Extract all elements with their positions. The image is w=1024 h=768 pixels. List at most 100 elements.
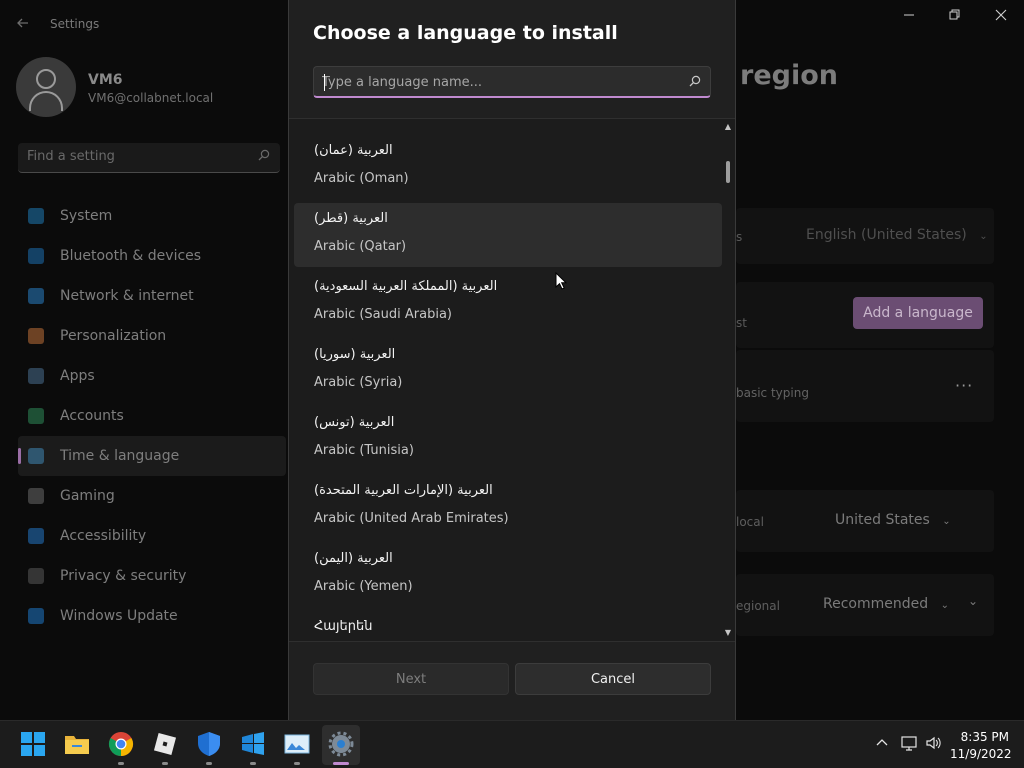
avatar[interactable] [16,57,76,117]
sidebar-item-system[interactable]: System [18,196,286,236]
language-native-name: العربية (تونس) [314,415,395,430]
volume-icon[interactable] [925,735,943,753]
sidebar-item-label: Bluetooth & devices [60,248,202,264]
update-icon [28,608,44,624]
language-english-name: Arabic (Yemen) [314,579,413,594]
sidebar-item-label: Personalization [60,328,167,344]
settings-gear-icon[interactable] [328,731,354,757]
clock-time[interactable]: 8:35 PM [955,730,1009,744]
country-value: United States [835,512,930,528]
language-native-name: Հայերեն [314,619,373,634]
display-language-dropdown[interactable]: English (United States) ⌄ [806,227,988,243]
find-setting-input[interactable]: Find a setting [18,143,280,173]
chevron-down-icon: ⌄ [940,600,949,611]
roblox-icon[interactable] [152,731,178,757]
sidebar-item-time-language[interactable]: Time & language [18,436,286,476]
country-label-fragment: local [736,515,764,529]
restore-icon[interactable] [945,8,965,26]
language-english-name: Arabic (United Arab Emirates) [314,511,509,526]
language-native-name: العربية (اليمن) [314,551,393,566]
language-native-name: العربية (المملكة العربية السعودية) [314,279,498,294]
sidebar-item-label: Windows Update [60,608,178,624]
sidebar-item-apps[interactable]: Apps [18,356,286,396]
running-indicator [294,762,300,765]
cancel-button[interactable]: Cancel [515,663,711,695]
running-indicator [162,762,168,765]
chevron-down-icon: ⌄ [942,516,951,527]
sidebar-item-label: Privacy & security [60,568,187,584]
sidebar-item-network-internet[interactable]: Network & internet [18,276,286,316]
running-indicator [206,762,212,765]
globe-clock-icon [28,448,44,464]
language-list-item[interactable]: العربية (سوريا) Arabic (Syria) [294,339,722,403]
language-search-box[interactable] [313,66,711,98]
page-title: region [740,60,838,91]
scroll-down-arrow-icon[interactable]: ▼ [724,629,732,637]
sidebar-item-gaming[interactable]: Gaming [18,476,286,516]
next-button[interactable]: Next [313,663,509,695]
mouse-cursor-icon [555,272,567,290]
more-options-icon[interactable]: ··· [955,376,973,395]
sidebar-item-label: Accessibility [60,528,147,544]
display-language-value: English (United States) [806,227,967,243]
scrollbar-thumb[interactable] [726,161,730,183]
active-indicator [333,762,349,765]
expand-chevron-icon[interactable]: ⌄ [968,594,978,608]
taskbar: 8:35 PM 11/9/2022 [0,720,1024,768]
chevron-down-icon: ⌄ [979,231,988,242]
app-icon[interactable] [240,731,266,757]
language-list-item[interactable]: العربية (قطر) Arabic (Qatar) [294,203,722,267]
language-list-item[interactable]: العربية (عمان) Arabic (Oman) [294,135,722,199]
photos-icon[interactable] [284,731,310,757]
language-native-name: العربية (سوريا) [314,347,396,362]
sidebar-item-bluetooth-devices[interactable]: Bluetooth & devices [18,236,286,276]
language-english-name: Arabic (Tunisia) [314,443,414,458]
start-icon[interactable] [20,731,46,757]
sidebar-item-privacy-security[interactable]: Privacy & security [18,556,286,596]
running-indicator [250,762,256,765]
brush-icon [28,328,44,344]
defender-icon[interactable] [196,731,222,757]
sidebar-item-accounts[interactable]: Accounts [18,396,286,436]
language-search-input[interactable] [322,72,672,92]
language-list-item[interactable]: Հայերեն [294,611,722,641]
language-english-name: Arabic (Qatar) [314,239,407,254]
sidebar-item-accessibility[interactable]: Accessibility [18,516,286,556]
regional-format-dropdown[interactable]: Recommended ⌄ [823,596,949,612]
regional-format-value: Recommended [823,596,929,612]
language-list-item[interactable]: العربية (تونس) Arabic (Tunisia) [294,407,722,471]
sidebar-item-personalization[interactable]: Personalization [18,316,286,356]
dialog-title: Choose a language to install [313,22,618,44]
language-list-item[interactable]: العربية (المملكة العربية السعودية) Arabic… [294,271,722,335]
wifi-icon [28,288,44,304]
language-english-name: Arabic (Syria) [314,375,403,390]
back-arrow-icon[interactable] [16,16,32,32]
person-icon [28,408,44,424]
sidebar-item-label: System [60,208,113,224]
sidebar-nav: System Bluetooth & devices Network & inter… [18,196,286,636]
shield-icon [28,568,44,584]
file-explorer-icon[interactable] [64,731,90,757]
sidebar-item-windows-update[interactable]: Windows Update [18,596,286,636]
find-setting-placeholder: Find a setting [27,149,115,164]
scroll-up-arrow-icon[interactable]: ▲ [724,123,732,131]
regional-label-fragment: egional [736,599,780,613]
sidebar-item-label: Time & language [60,448,180,464]
language-list-item[interactable]: العربية (اليمن) Arabic (Yemen) [294,543,722,607]
running-indicator [118,762,124,765]
chevron-up-icon[interactable] [873,735,891,753]
close-icon[interactable] [991,8,1011,26]
language-list-item[interactable]: العربية (الإمارات العربية المتحدة) Arabic… [294,475,722,539]
avatar-body [29,91,63,111]
accessibility-icon [28,528,44,544]
add-language-button[interactable]: Add a language [853,297,983,329]
language-list[interactable]: ▲ ▼ العربية (عمان) Arabic (Oman) العربية (… [289,118,735,642]
sidebar-item-label: Network & internet [60,288,194,304]
minimize-icon[interactable] [899,8,919,26]
country-dropdown[interactable]: United States ⌄ [835,512,951,528]
typing-label-fragment: basic typing [736,386,809,400]
network-icon[interactable] [900,735,918,753]
sidebar-item-label: Apps [60,368,95,384]
clock-date[interactable]: 11/9/2022 [950,747,1012,761]
chrome-icon[interactable] [108,731,134,757]
